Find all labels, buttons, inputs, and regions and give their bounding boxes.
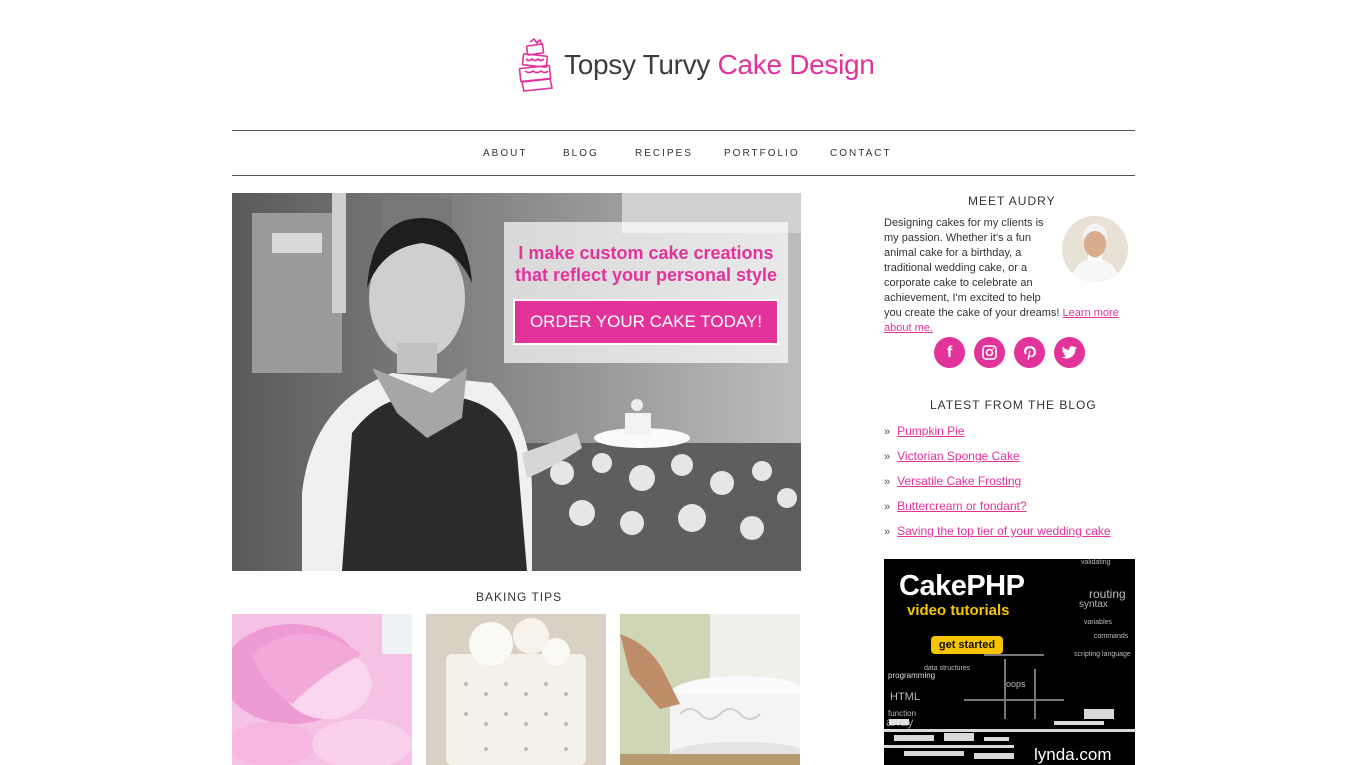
bullet: » [884,451,891,463]
nav-item-portfolio[interactable]: PORTFOLIO [724,148,800,159]
ad-subtitle: video tutorials [907,602,1010,619]
nav-item-about[interactable]: ABOUT [483,148,527,159]
baking-tips-title: BAKING TIPS [476,590,563,604]
blog-post-link[interactable]: Victorian Sponge Cake [897,449,1020,463]
site-logo[interactable]: Topsy Turvy Cake Design [516,38,875,92]
twitter-icon [1062,346,1077,359]
ad-brand: lynda.com [1034,745,1112,764]
list-item: » Versatile Cake Frosting [884,474,1111,499]
nav-item-contact[interactable]: CONTACT [830,148,892,159]
ad-get-started-button[interactable]: get started [931,636,1003,654]
blog-post-link[interactable]: Pumpkin Pie [897,424,964,438]
twitter-button[interactable] [1054,337,1085,368]
piping-cake-photo [620,614,800,765]
tip-card-piping-cake[interactable] [620,614,800,765]
audry-photo [1062,216,1128,282]
instagram-button[interactable] [974,337,1005,368]
list-item: » Pumpkin Pie [884,424,1111,449]
nav-item-recipes[interactable]: RECIPES [635,148,693,159]
nav-item-blog[interactable]: BLOG [563,148,599,159]
site-title-part2: Cake Design [717,49,875,80]
bullet: » [884,501,891,513]
layered-cake-icon [518,38,553,92]
tip-card-white-cake[interactable] [426,614,606,765]
bullet: » [884,476,891,488]
instagram-icon [982,345,997,360]
bullet: » [884,426,891,438]
about-text: Designing cakes for my clients is my pas… [884,217,1060,319]
hero-tagline: I make custom cake creations that reflec… [514,243,778,285]
about-blurb: Designing cakes for my clients is my pas… [884,216,1136,336]
order-cake-button[interactable]: ORDER YOUR CAKE TODAY! [513,299,779,345]
list-item: » Buttercream or fondant? [884,499,1111,524]
tip-card-pink-rose[interactable] [232,614,412,765]
avatar [1062,216,1128,282]
facebook-button[interactable]: f [934,337,965,368]
lynda-ad-banner[interactable]: validating routing syntax variables prog… [884,559,1135,765]
list-item: » Victorian Sponge Cake [884,449,1111,474]
latest-blog-title: LATEST FROM THE BLOG [930,398,1097,412]
pink-rose-photo [232,614,412,765]
list-item: » Saving the top tier of your wedding cak… [884,524,1111,549]
blog-post-link[interactable]: Versatile Cake Frosting [897,474,1021,488]
pinterest-button[interactable] [1014,337,1045,368]
bullet: » [884,526,891,538]
meet-audry-title: MEET AUDRY [968,194,1056,208]
facebook-icon: f [946,343,953,361]
site-title: Topsy Turvy Cake Design [564,49,875,81]
blog-post-link[interactable]: Saving the top tier of your wedding cake [897,524,1110,538]
blog-post-list: » Pumpkin Pie » Victorian Sponge Cake » Ver… [884,424,1111,549]
pinterest-icon [1023,345,1036,360]
hero-callout: I make custom cake creations that reflec… [504,222,788,363]
hero-banner: I make custom cake creations that reflec… [232,193,801,571]
site-title-part1: Topsy Turvy [564,49,711,80]
main-nav: ABOUT BLOG RECIPES PORTFOLIO CONTACT [232,130,1135,176]
blog-post-link[interactable]: Buttercream or fondant? [897,499,1026,513]
ad-title: CakePHP [899,570,1025,602]
white-cake-photo [426,614,606,765]
